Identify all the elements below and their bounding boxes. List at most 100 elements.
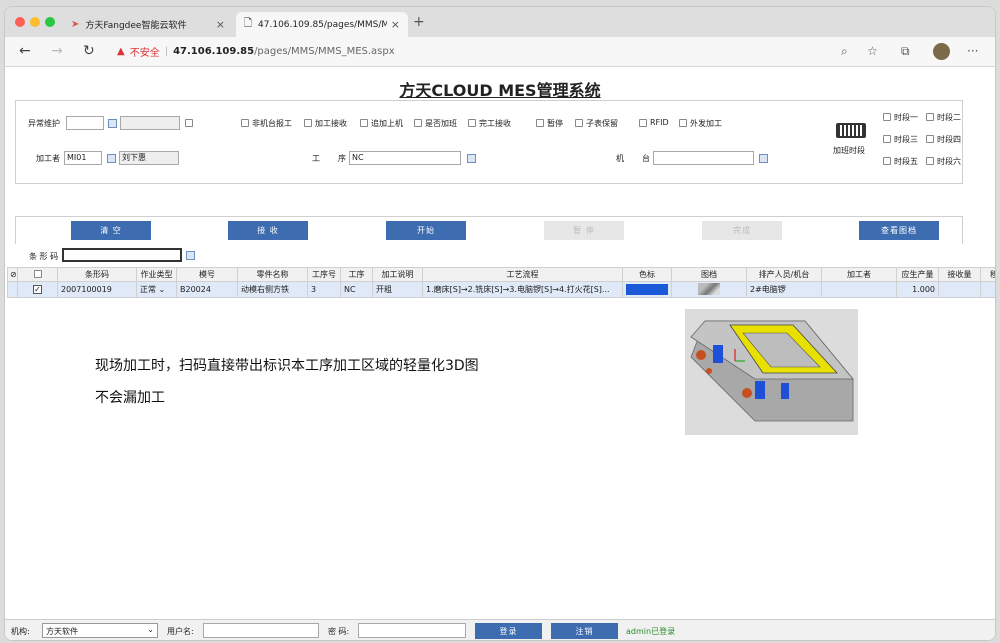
col-header[interactable]: 条形码 — [57, 267, 137, 282]
period-label: 时段五 — [894, 157, 918, 166]
tab-title: 方天Fangdee智能云软件 — [85, 21, 187, 31]
option-checkbox[interactable] — [304, 119, 312, 127]
forward-icon[interactable]: → — [51, 43, 63, 59]
drawing-thumbnail-icon[interactable] — [698, 282, 720, 295]
job-type-select[interactable]: 正常 ⌄ — [136, 281, 177, 298]
option-checkbox[interactable] — [679, 119, 687, 127]
reload-icon[interactable]: ↻ — [83, 43, 95, 59]
row-select-cell: ✓ — [17, 281, 58, 298]
receive-button[interactable]: 接 收 — [228, 221, 308, 240]
start-button[interactable]: 开始 — [386, 221, 466, 240]
worker-code-input[interactable]: MI01 — [64, 151, 102, 165]
row-checkbox[interactable]: ✓ — [33, 285, 42, 294]
period-checkbox[interactable] — [926, 157, 934, 165]
col-header[interactable]: 作业类型 — [136, 267, 177, 282]
option-checkbox[interactable] — [575, 119, 583, 127]
col-header[interactable]: 工序 — [340, 267, 373, 282]
machine-picker-icon[interactable] — [759, 154, 768, 163]
view-drawing-button[interactable]: 查看图档 — [859, 221, 939, 240]
process-input[interactable]: NC — [349, 151, 461, 165]
col-header[interactable]: 应生产量 — [896, 267, 939, 282]
tab-mms[interactable]: 🗋 47.106.109.85/pages/MMS/M × — [236, 12, 408, 37]
close-window-dot[interactable] — [15, 17, 25, 27]
col-header[interactable]: 接收量 — [938, 267, 981, 282]
cad-orange-feature — [696, 350, 706, 360]
more-menu-icon[interactable]: ··· — [967, 44, 978, 58]
select-all-checkbox[interactable] — [33, 269, 42, 278]
username-input[interactable] — [203, 623, 319, 638]
work-order-table: ⊘ 条形码 作业类型 模号 零件名称 工序号 工序 加工说明 工艺流程 色标 图… — [7, 267, 995, 298]
back-icon[interactable]: ← — [19, 43, 31, 59]
login-button[interactable]: 登录 — [475, 623, 542, 639]
period-checkbox[interactable] — [883, 157, 891, 165]
collections-icon[interactable]: ⧉ — [901, 44, 910, 59]
option-label: 完工接收 — [479, 119, 511, 128]
option-checkbox[interactable] — [639, 119, 647, 127]
cad-blue-insert — [755, 381, 765, 399]
password-input[interactable] — [358, 623, 466, 638]
machine-label-1: 机 — [616, 154, 624, 163]
barcode-input[interactable] — [62, 248, 182, 262]
tab-fangdee[interactable]: ➤ 方天Fangdee智能云软件 × — [63, 12, 233, 37]
period-checkbox[interactable] — [926, 113, 934, 121]
period-checkbox[interactable] — [926, 135, 934, 143]
security-warning[interactable]: 不安全 — [130, 44, 160, 59]
col-header[interactable]: 加工说明 — [372, 267, 423, 282]
clear-button[interactable]: 清 空 — [71, 221, 151, 240]
option-checkbox[interactable] — [468, 119, 476, 127]
zoom-icon[interactable]: ⌕ — [841, 44, 848, 59]
org-select[interactable]: 方天软件 ⌄ — [42, 623, 158, 638]
machine-input[interactable] — [653, 151, 754, 165]
option-label: 加工接收 — [315, 119, 347, 128]
pause-button[interactable]: 暂 停 — [544, 221, 624, 240]
col-header[interactable]: 排产人员/机台 — [746, 267, 822, 282]
option-checkbox[interactable] — [536, 119, 544, 127]
process-picker-icon[interactable] — [467, 154, 476, 163]
option-checkbox[interactable] — [241, 119, 249, 127]
close-tab-icon[interactable]: × — [216, 18, 225, 31]
worker-label: 加工者 — [36, 154, 60, 163]
cad-blue-insert — [713, 345, 723, 363]
option-checkbox[interactable] — [360, 119, 368, 127]
table-row[interactable]: ✓ 2007100019 正常 ⌄ B20024 动模右侧方铁 3 NC 开粗 … — [7, 281, 995, 298]
url-field[interactable]: ▲ 不安全 | 47.106.109.85/pages/MMS/MMS_MES.… — [117, 44, 395, 59]
col-header[interactable]: 图档 — [671, 267, 747, 282]
col-header[interactable]: 工艺流程 — [422, 267, 623, 282]
drawing-cell[interactable] — [671, 281, 747, 298]
cad-orange-feature — [706, 368, 712, 374]
worker-picker-icon[interactable] — [107, 154, 116, 163]
org-label: 机构: — [11, 627, 30, 636]
annotation-note: 现场加工时，扫码直接带出标识本工序加工区域的轻量化3D图 不会漏加工 — [95, 350, 479, 414]
option-checkbox[interactable] — [414, 119, 422, 127]
period-checkbox[interactable] — [883, 113, 891, 121]
avatar[interactable] — [933, 43, 950, 60]
color-cell — [622, 281, 672, 298]
org-select-value: 方天软件 — [46, 627, 78, 636]
done-button[interactable]: 完成 — [702, 221, 782, 240]
close-tab-icon[interactable]: × — [391, 18, 400, 31]
page-title: 方天CLOUD MES管理系统 — [399, 81, 601, 100]
barcode-picker-icon[interactable] — [186, 251, 195, 260]
period-checkbox[interactable] — [883, 135, 891, 143]
col-header[interactable]: 模号 — [176, 267, 238, 282]
logout-button[interactable]: 注销 — [551, 623, 618, 639]
job-type-value: 正常 — [140, 285, 156, 294]
mold-cell: B20024 — [176, 281, 238, 298]
browser-window: ➤ 方天Fangdee智能云软件 × 🗋 47.106.109.85/pages… — [4, 6, 996, 641]
keyboard-icon[interactable] — [836, 123, 866, 138]
col-header[interactable]: 零件名称 — [237, 267, 308, 282]
note-line: 不会漏加工 — [95, 390, 165, 406]
minimize-window-dot[interactable] — [30, 17, 40, 27]
period-label: 时段一 — [894, 113, 918, 122]
col-header[interactable]: 色标 — [622, 267, 672, 282]
col-header[interactable]: 移转 — [980, 267, 995, 282]
col-header[interactable]: 工序号 — [307, 267, 341, 282]
col-header[interactable]: 加工者 — [821, 267, 897, 282]
new-tab-button[interactable]: + — [413, 14, 425, 30]
star-icon[interactable]: ☆ — [867, 44, 878, 58]
zoom-window-dot[interactable] — [45, 17, 55, 27]
attach-col-icon: ⊘ — [7, 267, 18, 282]
exception-code-input[interactable] — [66, 116, 104, 130]
exception-picker-icon[interactable] — [108, 119, 117, 128]
exception-checkbox[interactable] — [185, 119, 193, 127]
